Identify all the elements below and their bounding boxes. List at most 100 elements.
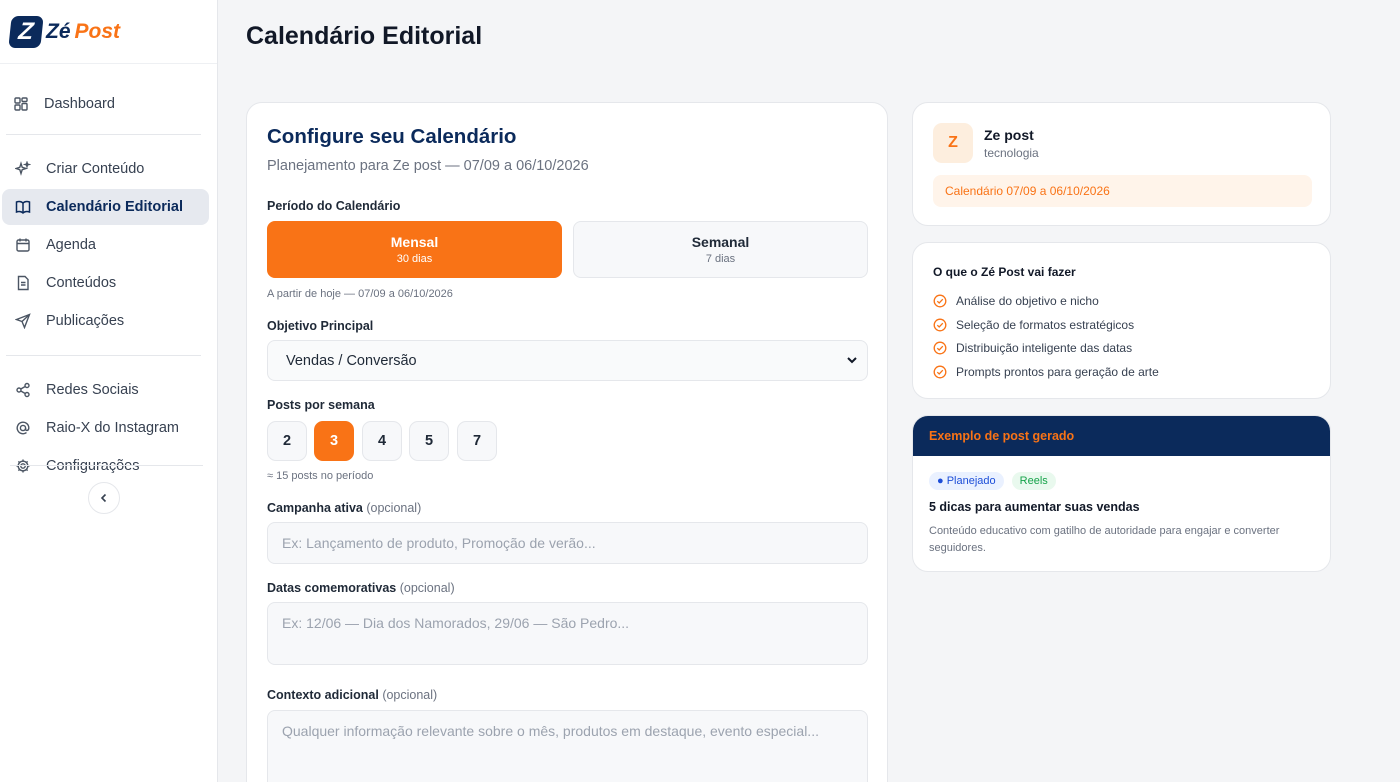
check-circle-icon xyxy=(933,341,947,355)
posts-option-3[interactable]: 3 xyxy=(314,421,354,461)
send-icon xyxy=(14,312,32,330)
collapse-sidebar-button[interactable] xyxy=(88,482,120,514)
posts-hint: ≈ 15 posts no período xyxy=(267,470,374,482)
sidebar-divider xyxy=(10,465,203,466)
feature-text: Análise do objetivo e nicho xyxy=(956,293,1099,308)
config-title: Configure seu Calendário xyxy=(267,125,517,148)
sidebar-item-configuracoes[interactable]: Configurações xyxy=(6,448,201,484)
gear-icon xyxy=(14,457,32,475)
period-option-sub: 30 dias xyxy=(396,253,433,265)
sidebar-item-dashboard[interactable]: Dashboard xyxy=(4,86,213,122)
check-circle-icon xyxy=(933,365,947,379)
sidebar-item-criar-conteudo[interactable]: Criar Conteúdo xyxy=(6,151,201,187)
config-subtitle: Planejamento para Ze post — 07/09 a 06/1… xyxy=(267,158,589,174)
dates-label-text: Datas comemorativas xyxy=(267,581,397,595)
features-title: O que o Zé Post vai fazer xyxy=(933,265,1076,279)
dates-textarea[interactable]: Ex: 12/06 — Dia dos Namorados, 29/06 — S… xyxy=(267,602,868,665)
feature-text: Prompts prontos para geração de arte xyxy=(956,364,1159,379)
calendar-config-card: Configure seu Calendário Planejamento pa… xyxy=(246,102,888,782)
sidebar-item-label: Raio-X do Instagram xyxy=(46,420,179,436)
sidebar-item-raio-x-instagram[interactable]: Raio-X do Instagram xyxy=(6,410,201,446)
check-circle-icon xyxy=(933,294,947,308)
period-option-semanal[interactable]: Semanal 7 dias xyxy=(573,221,868,278)
sidebar-item-calendario-editorial[interactable]: Calendário Editorial xyxy=(2,189,209,225)
features-list: Análise do objetivo e nicho Seleção de f… xyxy=(933,289,1310,384)
context-label-text: Contexto adicional xyxy=(267,688,379,702)
brand-logo[interactable]: Z Zé Post xyxy=(0,0,217,64)
context-label: Contexto adicional (opcional) xyxy=(267,688,437,702)
period-label: Período do Calendário xyxy=(267,199,401,213)
chevron-left-icon xyxy=(98,492,110,504)
sidebar-item-agenda[interactable]: Agenda xyxy=(6,227,201,263)
posts-option-5[interactable]: 5 xyxy=(409,421,449,461)
campaign-optional-text: (opcional) xyxy=(366,501,422,515)
context-textarea[interactable]: Qualquer informação relevante sobre o mê… xyxy=(267,710,868,782)
logo-text: Zé Post xyxy=(46,20,120,44)
sidebar-item-redes-sociais[interactable]: Redes Sociais xyxy=(6,372,201,408)
profile-card: Z Ze post tecnologia Calendário 07/09 a … xyxy=(912,102,1331,226)
profile-name: Ze post xyxy=(984,127,1034,143)
calendar-icon xyxy=(14,236,32,254)
example-header: Exemplo de post gerado xyxy=(913,416,1330,456)
sidebar-item-publicacoes[interactable]: Publicações xyxy=(6,303,201,339)
dashboard-icon xyxy=(12,95,30,113)
at-icon xyxy=(14,419,32,437)
sidebar-nav: Dashboard Criar Conteúdo Calendário Edit… xyxy=(0,64,217,496)
page-title: Calendário Editorial xyxy=(246,22,483,50)
logo-text-post: Post xyxy=(74,19,121,43)
period-option-title: Mensal xyxy=(390,234,439,250)
sidebar-item-label: Calendário Editorial xyxy=(46,199,183,215)
nav-group-main: Dashboard xyxy=(4,64,213,134)
calendar-range-badge: Calendário 07/09 a 06/10/2026 xyxy=(933,175,1312,207)
sidebar-item-label: Agenda xyxy=(46,237,96,253)
avatar: Z xyxy=(933,123,973,163)
feature-item: Seleção de formatos estratégicos xyxy=(933,313,1310,337)
dates-label: Datas comemorativas (opcional) xyxy=(267,581,455,595)
sidebar-item-label: Redes Sociais xyxy=(46,382,139,398)
objective-label: Objetivo Principal xyxy=(267,319,374,333)
example-badges: ● Planejado Reels xyxy=(929,472,1064,490)
nav-group-social: Redes Sociais Raio-X do Instagram Config… xyxy=(6,355,201,496)
posts-per-week-label: Posts por semana xyxy=(267,398,375,412)
period-hint: A partir de hoje — 07/09 a 06/10/2026 xyxy=(267,288,453,300)
sidebar-item-label: Dashboard xyxy=(44,96,115,112)
sidebar-item-label: Conteúdos xyxy=(46,275,117,291)
share-icon xyxy=(14,381,32,399)
campaign-input[interactable]: Ex: Lançamento de produto, Promoção de v… xyxy=(267,522,868,564)
features-card: O que o Zé Post vai fazer Análise do obj… xyxy=(912,242,1331,399)
status-badge: ● Planejado xyxy=(929,472,1004,490)
feature-item: Prompts prontos para geração de arte xyxy=(933,360,1310,384)
example-description: Conteúdo educativo com gatilho de autori… xyxy=(929,525,1280,554)
chevron-down-icon xyxy=(845,353,859,367)
feature-text: Distribuição inteligente das datas xyxy=(956,341,1133,356)
period-option-title: Semanal xyxy=(691,234,750,250)
logo-text-ze: Zé xyxy=(46,19,71,43)
sidebar-item-label: Configurações xyxy=(46,458,140,474)
document-icon xyxy=(14,274,32,292)
sparkles-icon xyxy=(14,160,32,178)
book-icon xyxy=(14,198,32,216)
context-optional-text: (opcional) xyxy=(382,688,438,702)
posts-option-4[interactable]: 4 xyxy=(362,421,402,461)
check-circle-icon xyxy=(933,318,947,332)
campaign-label: Campanha ativa (opcional) xyxy=(267,501,421,515)
example-title: 5 dicas para aumentar suas vendas xyxy=(929,500,1140,514)
sidebar-item-conteudos[interactable]: Conteúdos xyxy=(6,265,201,301)
sidebar-item-label: Publicações xyxy=(46,313,125,329)
profile-niche: tecnologia xyxy=(984,146,1039,160)
sidebar-item-label: Criar Conteúdo xyxy=(46,161,145,177)
posts-option-2[interactable]: 2 xyxy=(267,421,307,461)
example-post-card: Exemplo de post gerado ● Planejado Reels… xyxy=(912,415,1331,572)
logo-mark-icon: Z xyxy=(8,15,44,48)
sidebar: Z Zé Post Dashboard Criar Conteúdo Calend… xyxy=(0,0,218,782)
posts-option-7[interactable]: 7 xyxy=(457,421,497,461)
format-badge: Reels xyxy=(1011,472,1056,490)
objective-select[interactable]: Vendas / Conversão xyxy=(267,340,868,381)
period-option-mensal[interactable]: Mensal 30 dias xyxy=(267,221,562,278)
campaign-label-text: Campanha ativa xyxy=(267,501,363,515)
period-option-sub: 7 dias xyxy=(705,253,736,265)
feature-text: Seleção de formatos estratégicos xyxy=(956,317,1135,332)
feature-item: Distribuição inteligente das datas xyxy=(933,336,1310,360)
objective-select-value: Vendas / Conversão xyxy=(286,352,417,369)
dates-optional-text: (opcional) xyxy=(399,581,455,595)
